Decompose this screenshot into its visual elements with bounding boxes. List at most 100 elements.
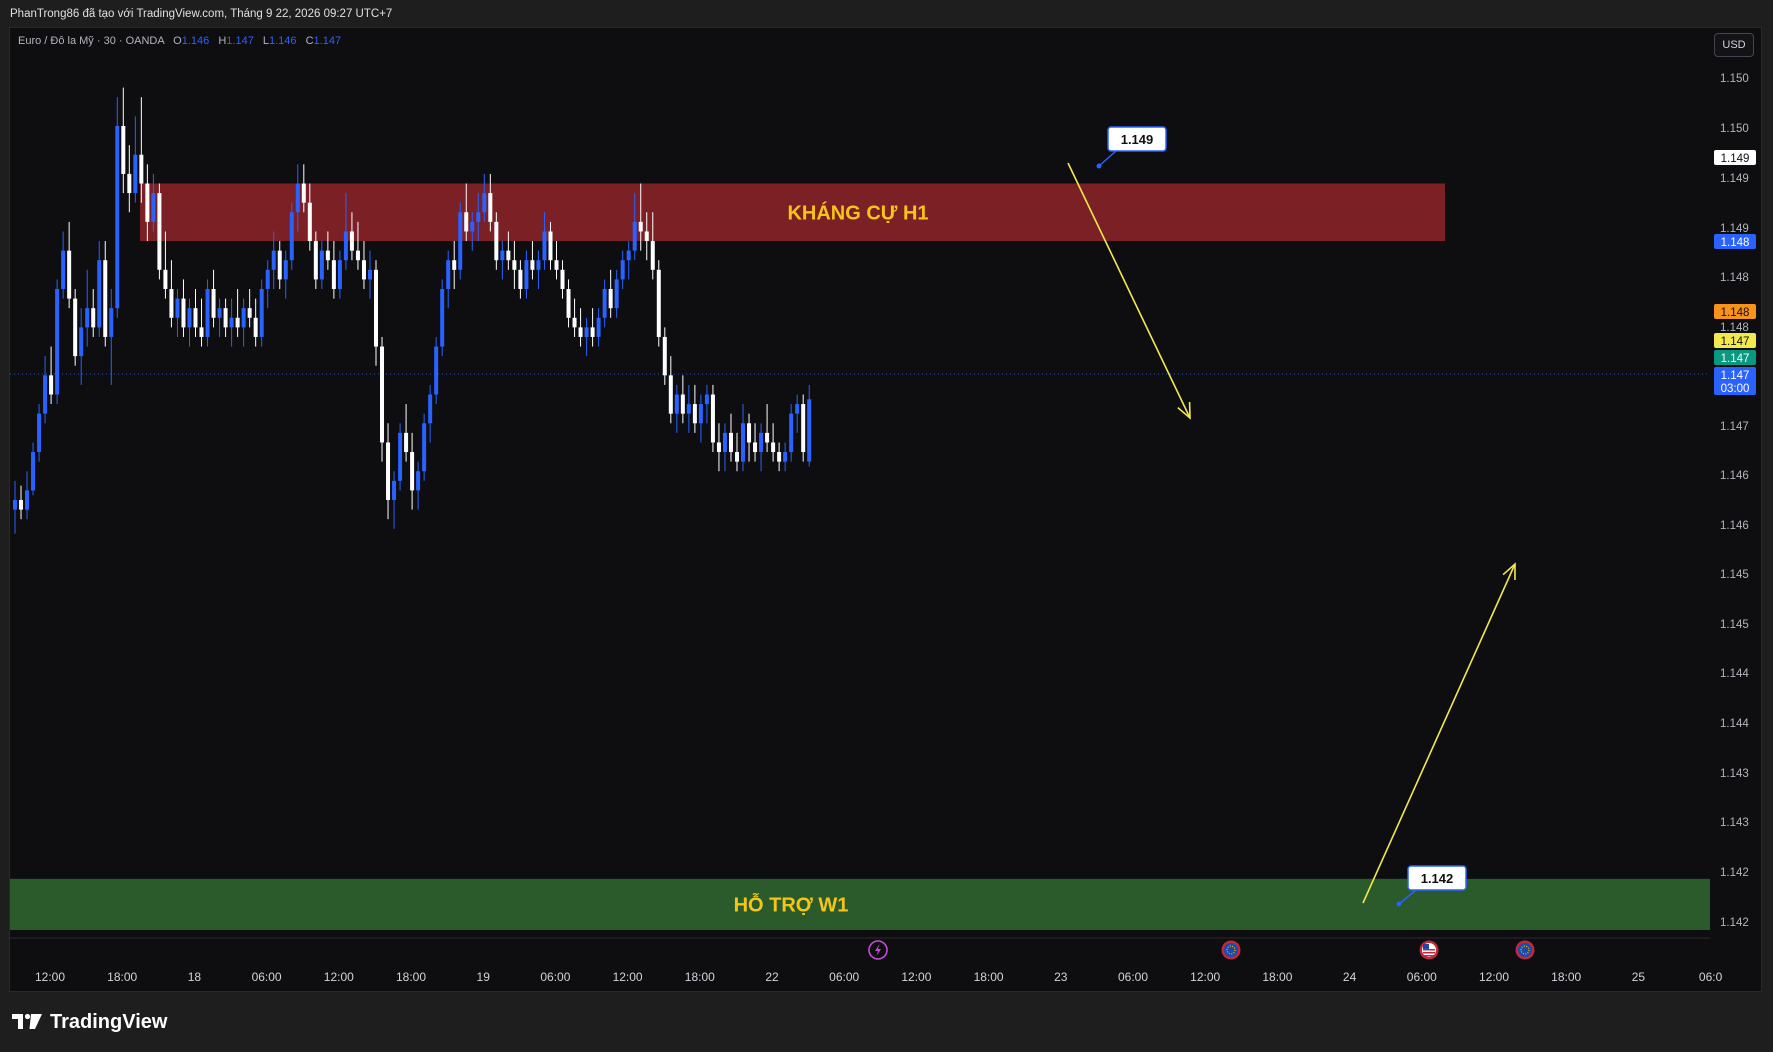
candle-body[interactable] <box>548 231 553 261</box>
tradingview-brand[interactable]: TradingView <box>12 1008 167 1036</box>
candle-body[interactable] <box>91 308 96 328</box>
candle-body[interactable] <box>241 308 246 328</box>
candle-body[interactable] <box>283 260 288 280</box>
candle-body[interactable] <box>277 250 282 280</box>
candle-body[interactable] <box>644 231 649 242</box>
candle-body[interactable] <box>620 260 625 280</box>
candle-body[interactable] <box>464 212 469 232</box>
candle-body[interactable] <box>692 404 697 424</box>
candle-body[interactable] <box>530 260 535 270</box>
candle-body[interactable] <box>337 260 342 289</box>
candle-body[interactable] <box>37 413 42 453</box>
candle-body[interactable] <box>783 452 788 462</box>
candle-body[interactable] <box>410 452 415 491</box>
candle-body[interactable] <box>295 183 300 213</box>
candle-body[interactable] <box>632 221 637 251</box>
candle-body[interactable] <box>608 289 613 309</box>
candle-body[interactable] <box>187 308 192 328</box>
candle-body[interactable] <box>686 404 691 414</box>
candle-body[interactable] <box>674 394 679 414</box>
candle-body[interactable] <box>482 193 487 213</box>
candle-body[interactable] <box>151 193 156 222</box>
candle-body[interactable] <box>536 260 541 270</box>
candle-body[interactable] <box>572 317 577 328</box>
candle-body[interactable] <box>313 241 318 280</box>
candle-body[interactable] <box>43 375 48 414</box>
candle-body[interactable] <box>343 231 348 261</box>
candle-body[interactable] <box>488 193 493 222</box>
candle-body[interactable] <box>542 231 547 261</box>
candle-body[interactable] <box>145 183 150 222</box>
candle-body[interactable] <box>181 298 186 328</box>
candle-body[interactable] <box>422 423 427 472</box>
candle-body[interactable] <box>759 432 764 453</box>
candle-body[interactable] <box>560 269 565 289</box>
candle-body[interactable] <box>175 298 180 318</box>
candle-body[interactable] <box>61 250 66 289</box>
candle-body[interactable] <box>602 289 607 318</box>
candle-body[interactable] <box>476 212 481 222</box>
candle-body[interactable] <box>506 250 511 261</box>
candle-body[interactable] <box>801 404 806 453</box>
candle-body[interactable] <box>747 423 752 443</box>
candle-body[interactable] <box>590 327 595 337</box>
candle-body[interactable] <box>229 317 234 328</box>
candle-body[interactable] <box>578 327 583 337</box>
candle-body[interactable] <box>735 452 739 462</box>
candle-body[interactable] <box>494 221 499 261</box>
candle-body[interactable] <box>662 336 667 376</box>
candle-body[interactable] <box>139 154 144 184</box>
candle-body[interactable] <box>367 269 372 280</box>
candle-body[interactable] <box>722 432 727 453</box>
currency-button[interactable]: USD <box>1714 33 1754 57</box>
candle-body[interactable] <box>271 250 276 270</box>
candle-body[interactable] <box>728 432 733 453</box>
candle-body[interactable] <box>698 404 703 424</box>
candle-body[interactable] <box>416 471 421 491</box>
candle-body[interactable] <box>440 289 445 347</box>
candle-body[interactable] <box>638 221 643 232</box>
candle-body[interactable] <box>512 260 517 270</box>
candle-body[interactable] <box>307 202 312 242</box>
candle-body[interactable] <box>205 289 210 337</box>
candle-body[interactable] <box>795 404 800 414</box>
candle-body[interactable] <box>789 413 794 453</box>
candle-body[interactable] <box>680 394 685 414</box>
candle-body[interactable] <box>325 250 330 261</box>
candle-body[interactable] <box>73 298 78 357</box>
candle-body[interactable] <box>650 241 655 270</box>
candle-body[interactable] <box>584 327 589 337</box>
candle-body[interactable] <box>716 442 721 453</box>
candle-body[interactable] <box>741 423 746 462</box>
candle-body[interactable] <box>223 308 228 328</box>
candle-body[interactable] <box>259 289 264 337</box>
candle-body[interactable] <box>121 125 126 174</box>
candle-body[interactable] <box>500 250 505 261</box>
candle-body[interactable] <box>265 269 270 289</box>
candle-body[interactable] <box>301 183 306 203</box>
candle-body[interactable] <box>777 452 782 462</box>
candle-body[interactable] <box>103 260 108 337</box>
candle-body[interactable] <box>97 260 102 328</box>
candle-body[interactable] <box>524 260 529 289</box>
candle-body[interactable] <box>452 260 457 270</box>
candle-body[interactable] <box>247 308 252 318</box>
bullish-arrow[interactable] <box>1362 563 1516 904</box>
candle-body[interactable] <box>211 289 216 318</box>
candlestick-chart[interactable]: KHÁNG CỰ H1 HỖ TRỢ W1 1.149 1.142 1.150 1.150… <box>0 0 1773 992</box>
candle-body[interactable] <box>753 442 758 453</box>
candle-body[interactable] <box>710 394 715 443</box>
candle-body[interactable] <box>31 452 36 491</box>
candle-body[interactable] <box>25 490 30 510</box>
candle-body[interactable] <box>331 260 336 289</box>
candle-body[interactable] <box>404 432 409 453</box>
symbol-legend[interactable]: Euro / Đô la Mỹ · 30 · OANDA O1.146 H1.1… <box>18 35 341 47</box>
candle-body[interactable] <box>163 269 168 289</box>
candle-body[interactable] <box>289 212 294 261</box>
candle-body[interactable] <box>446 260 451 289</box>
candle-body[interactable] <box>235 317 240 328</box>
candle-body[interactable] <box>614 279 619 309</box>
candle-body[interactable] <box>458 212 463 270</box>
candle-body[interactable] <box>67 250 72 299</box>
candle-body[interactable] <box>566 289 571 318</box>
